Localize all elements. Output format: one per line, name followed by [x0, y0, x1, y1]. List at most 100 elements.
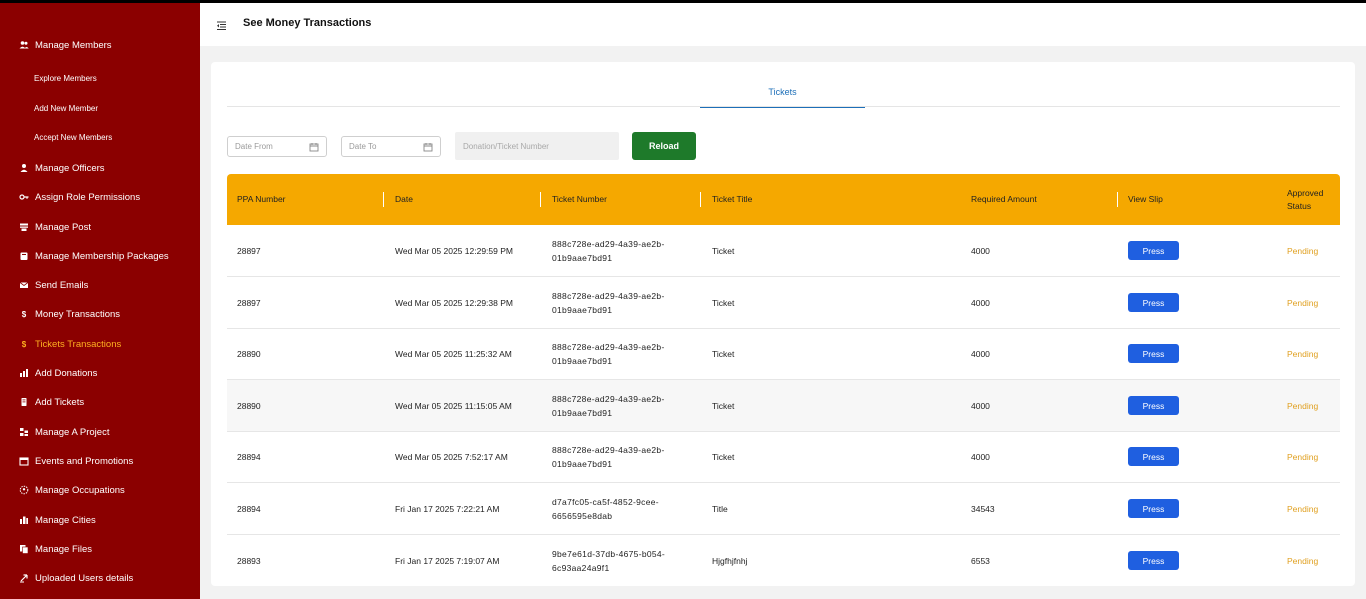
calendar-icon[interactable]	[309, 142, 319, 152]
sidebar-item-manage-files[interactable]: Manage Files	[0, 542, 200, 556]
column-header-ticket-number: Ticket Number	[552, 194, 607, 204]
ticket-number-cell: 888c728e-ad29-4a39-ae2b- 01b9aae7bd91	[552, 225, 692, 276]
sidebar-item-tickets-transactions[interactable]: $ Tickets Transactions	[0, 337, 200, 351]
approved-status-cell: Pending	[1287, 297, 1319, 308]
ticket-title-cell: Ticket	[712, 400, 735, 411]
date-cell: Fri Jan 17 2025 7:22:21 AM	[395, 503, 500, 514]
ticket-number-line: 01b9aae7bd91	[552, 458, 613, 469]
sidebar-item-label: Manage Post	[35, 221, 91, 233]
post-icon	[19, 222, 29, 232]
sidebar-item-add-tickets[interactable]: Add Tickets	[0, 395, 200, 409]
view-slip-button[interactable]: Press	[1128, 551, 1179, 570]
table-row: 28890 Wed Mar 05 2025 11:15:05 AM 888c72…	[227, 380, 1340, 432]
sidebar-item-label: Money Transactions	[35, 308, 121, 320]
ticket-title-cell: Ticket	[712, 245, 735, 256]
sidebar-item-money-transactions[interactable]: $ Money Transactions	[0, 307, 200, 321]
column-header-ticket-title: Ticket Title	[712, 194, 753, 204]
sidebar-item-manage-occupations[interactable]: Manage Occupations	[0, 483, 200, 497]
ticket-number-line: 01b9aae7bd91	[552, 252, 613, 263]
ticket-number-line: 888c728e-ad29-4a39-ae2b-	[552, 290, 665, 301]
required-amount-cell: 4000	[971, 245, 990, 256]
date-cell: Wed Mar 05 2025 12:29:59 PM	[395, 245, 513, 256]
ppa-number-cell: 28897	[237, 297, 261, 308]
sidebar-item-manage-members[interactable]: Manage Members	[0, 38, 200, 52]
users-icon	[19, 40, 29, 50]
sidebar-item-label: Tickets Transactions	[35, 338, 122, 350]
sidebar-subitem-add-new-member[interactable]: Add New Member	[0, 102, 200, 114]
date-cell: Wed Mar 05 2025 12:29:38 PM	[395, 297, 513, 308]
sidebar-item-assign-role-permissions[interactable]: Assign Role Permissions	[0, 190, 200, 204]
view-slip-button[interactable]: Press	[1128, 344, 1179, 363]
date-cell: Wed Mar 05 2025 11:15:05 AM	[395, 400, 512, 411]
reload-button[interactable]: Reload	[632, 132, 696, 160]
sidebar-item-manage-post[interactable]: Manage Post	[0, 220, 200, 234]
tab-tickets[interactable]: Tickets	[700, 82, 865, 108]
user-icon	[19, 163, 29, 173]
upload-icon	[19, 573, 29, 583]
search-placeholder: Donation/Ticket Number	[463, 141, 549, 151]
view-slip-button[interactable]: Press	[1128, 241, 1179, 260]
ticket-title-cell: Ticket	[712, 348, 735, 359]
view-slip-button[interactable]: Press	[1128, 447, 1179, 466]
sidebar-item-label: Manage Files	[35, 543, 93, 555]
required-amount-cell: 4000	[971, 451, 990, 462]
table-row: 28897 Wed Mar 05 2025 12:29:38 PM 888c72…	[227, 277, 1340, 329]
sidebar-item-label: Add Tickets	[35, 396, 85, 408]
date-cell: Fri Jan 17 2025 7:19:07 AM	[395, 555, 500, 566]
view-slip-button[interactable]: Press	[1128, 293, 1179, 312]
sidebar-item-label: Manage Members	[35, 39, 112, 51]
ppa-number-cell: 28894	[237, 503, 261, 514]
sidebar-item-send-emails[interactable]: Send Emails	[0, 278, 200, 292]
ticket-title-cell: Ticket	[712, 297, 735, 308]
top-header: See Money Transactions	[200, 3, 1366, 46]
approved-status-cell: Pending	[1287, 503, 1319, 514]
ticket-number-cell: d7a7fc05-ca5f-4852-9cee- 6656595e8dab	[552, 483, 692, 534]
sidebar-item-manage-a-project[interactable]: Manage A Project	[0, 425, 200, 439]
approved-status-cell: Pending	[1287, 451, 1319, 462]
package-icon	[19, 251, 29, 261]
date-to-field[interactable]: Date To	[341, 136, 441, 157]
sidebar-item-label: Uploaded Users details	[35, 572, 134, 584]
ppa-number-cell: 28890	[237, 348, 261, 359]
table-header: PPA Number Date Ticket Number Ticket Tit…	[227, 174, 1340, 225]
ticket-number-cell: 888c728e-ad29-4a39-ae2b- 01b9aae7bd91	[552, 328, 692, 379]
column-header-approved-status: Approved Status	[1287, 187, 1324, 211]
approved-status-cell: Pending	[1287, 348, 1319, 359]
required-amount-cell: 34543	[971, 503, 995, 514]
sidebar-item-label: Manage Membership Packages	[35, 250, 169, 262]
ppa-number-cell: 28894	[237, 451, 261, 462]
column-header-required-amount: Required Amount	[971, 194, 1037, 204]
calendar-icon	[19, 456, 29, 466]
sidebar-item-manage-membership-packages[interactable]: Manage Membership Packages	[0, 249, 200, 263]
table-row: 28893 Fri Jan 17 2025 7:19:07 AM 9be7e61…	[227, 535, 1340, 587]
sidebar-item-uploaded-users-details[interactable]: Uploaded Users details	[0, 571, 200, 585]
date-from-field[interactable]: Date From	[227, 136, 327, 157]
sidebar-subitem-explore-members[interactable]: Explore Members	[0, 72, 200, 84]
column-divider	[383, 192, 384, 207]
sidebar-item-add-donations[interactable]: Add Donations	[0, 366, 200, 380]
sidebar-item-label: Assign Role Permissions	[35, 191, 141, 203]
ticket-number-line: 888c728e-ad29-4a39-ae2b-	[552, 238, 665, 249]
table-row: 28890 Wed Mar 05 2025 11:25:32 AM 888c72…	[227, 328, 1340, 380]
menu-toggle-icon[interactable]	[216, 18, 227, 30]
sidebar: Manage Members Explore Members Add New M…	[0, 3, 200, 599]
ticket-number-line: 6656595e8dab	[552, 510, 613, 521]
ticket-search-input[interactable]: Donation/Ticket Number	[455, 132, 619, 160]
sidebar-item-manage-officers[interactable]: Manage Officers	[0, 161, 200, 175]
city-icon	[19, 515, 29, 525]
sidebar-item-label: Manage Occupations	[35, 484, 125, 496]
calendar-icon[interactable]	[423, 142, 433, 152]
dollar-icon: $	[21, 309, 27, 319]
sidebar-subitem-accept-new-members[interactable]: Accept New Members	[0, 131, 200, 143]
view-slip-button[interactable]: Press	[1128, 396, 1179, 415]
required-amount-cell: 4000	[971, 400, 990, 411]
key-icon	[19, 192, 29, 202]
view-slip-button[interactable]: Press	[1128, 499, 1179, 518]
sidebar-item-manage-cities[interactable]: Manage Cities	[0, 513, 200, 527]
ticket-number-cell: 888c728e-ad29-4a39-ae2b- 01b9aae7bd91	[552, 431, 692, 482]
sidebar-item-label: Manage Officers	[35, 162, 105, 174]
files-icon	[19, 544, 29, 554]
project-icon	[19, 427, 29, 437]
column-header-date: Date	[395, 194, 413, 204]
sidebar-item-events-and-promotions[interactable]: Events and Promotions	[0, 454, 200, 468]
